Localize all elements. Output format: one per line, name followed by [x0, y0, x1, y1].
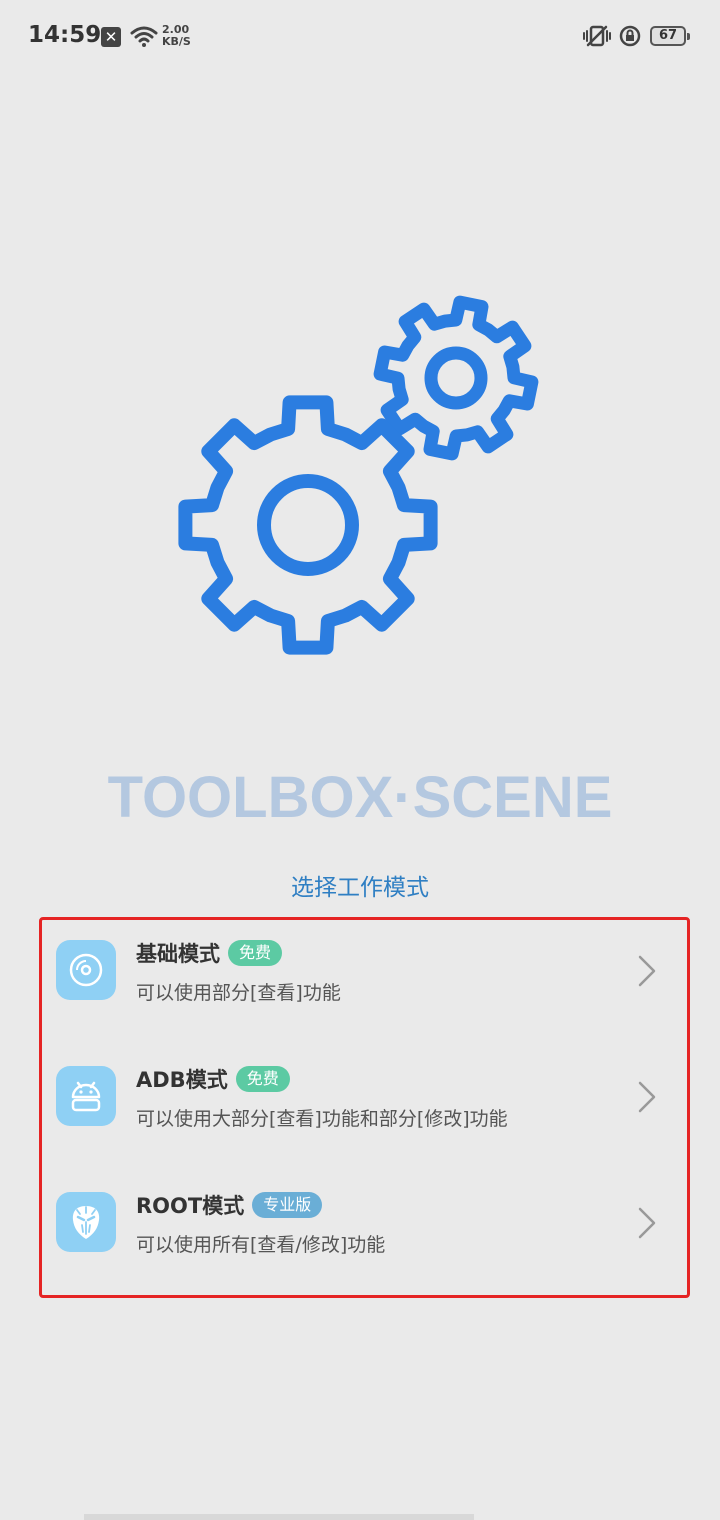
disc-icon: [56, 940, 116, 1000]
wifi-icon: [130, 26, 158, 47]
gears-icon: [178, 295, 539, 655]
net-speed-unit: KB/S: [162, 35, 191, 48]
small-gear-icon: [373, 295, 539, 461]
mode-root-badge: 专业版: [252, 1192, 323, 1218]
app-brand-title: TOOLBOX·SCENE: [107, 765, 613, 830]
chevron-right-icon: [638, 1081, 656, 1113]
mask-icon: [56, 1192, 116, 1252]
gear-hole: [257, 474, 359, 576]
vibrate-icon: [583, 25, 611, 47]
mode-root-description: 可以使用所有[查看/修改]功能: [136, 1234, 386, 1256]
mode-adb-title: ADB模式 免费: [136, 1066, 290, 1094]
status-time: 14:59: [28, 22, 102, 48]
mode-adb[interactable]: ADB模式 免费 可以使用大部分[查看]功能和部分[修改]功能: [56, 1066, 686, 1176]
gear-outline: [178, 395, 438, 655]
mode-basic-name: 基础模式: [136, 942, 220, 966]
mode-basic-description: 可以使用部分[查看]功能: [136, 982, 341, 1004]
gear-outline: [373, 295, 539, 461]
mode-select-prompt: 选择工作模式: [291, 875, 429, 901]
chevron-right-icon: [638, 955, 656, 987]
mode-adb-description: 可以使用大部分[查看]功能和部分[修改]功能: [136, 1108, 508, 1130]
mode-basic-badge: 免费: [228, 940, 283, 966]
mode-adb-badge: 免费: [235, 1066, 290, 1092]
navigation-bar: [84, 1514, 474, 1520]
x-icon: ✕: [101, 27, 121, 47]
mode-root-name: ROOT模式: [136, 1194, 245, 1218]
large-gear-icon: [178, 395, 438, 655]
android-icon: [56, 1066, 116, 1126]
chevron-right-icon: [638, 1207, 656, 1239]
mode-basic[interactable]: 基础模式 免费 可以使用部分[查看]功能: [56, 940, 686, 1050]
mode-root-title: ROOT模式 专业版: [136, 1192, 323, 1220]
net-speed: 2.00 KB/S: [162, 24, 191, 48]
status-bar: 14:59 ✕ 2.00 KB/S 67: [0, 0, 720, 72]
battery-icon: 67: [650, 26, 690, 46]
mode-basic-title: 基础模式 免费: [136, 940, 283, 968]
mode-adb-name: ADB模式: [136, 1068, 228, 1092]
rotation-lock-icon: [619, 25, 641, 47]
mode-root[interactable]: ROOT模式 专业版 可以使用所有[查看/修改]功能: [56, 1192, 686, 1302]
gear-hole: [424, 346, 488, 410]
